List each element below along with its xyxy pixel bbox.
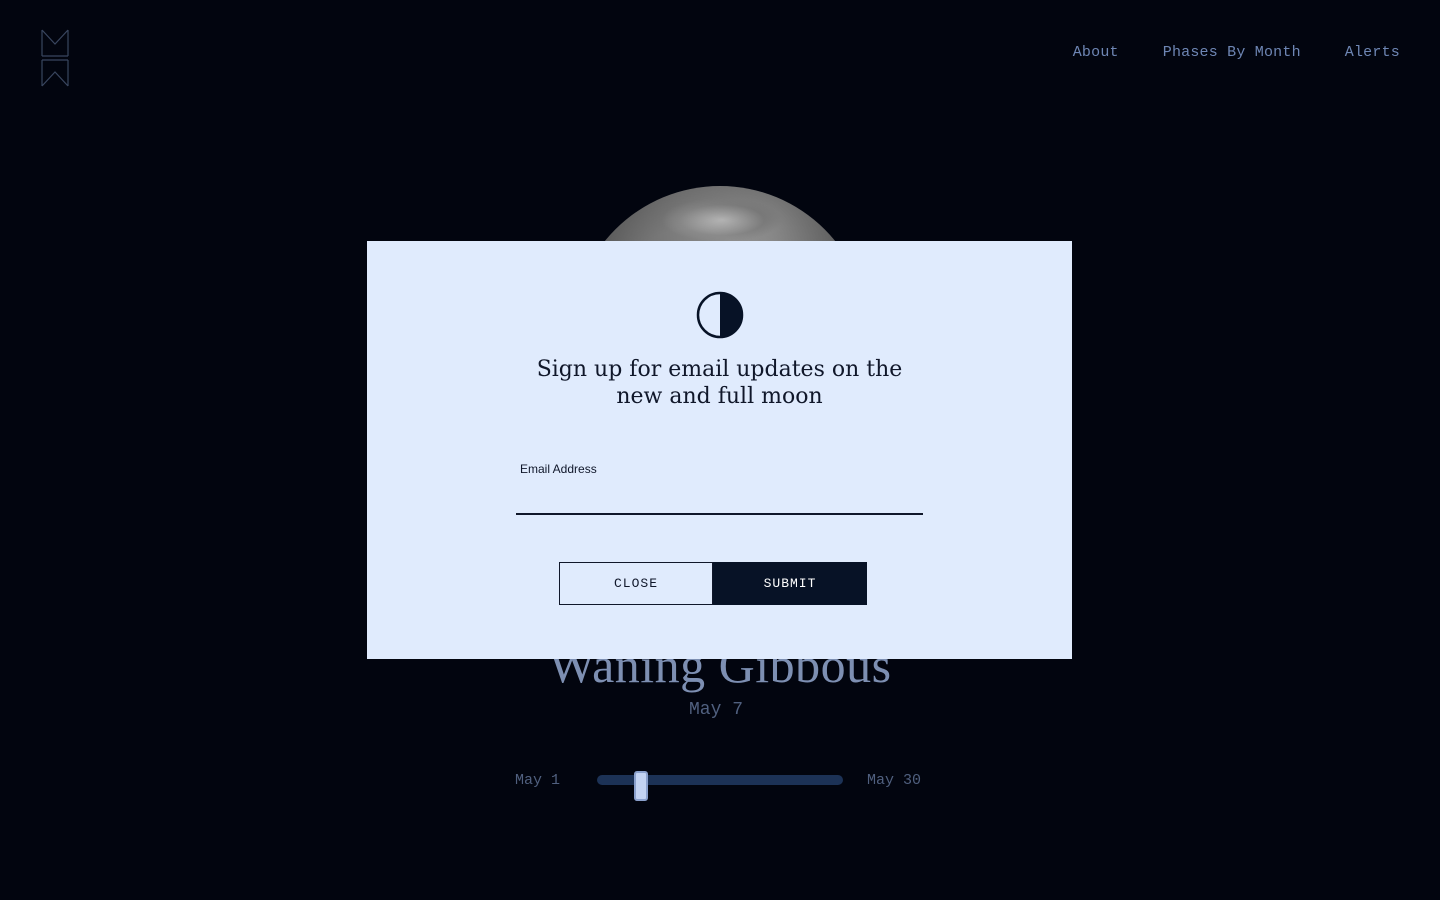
email-field[interactable] <box>516 481 923 515</box>
email-signup-modal: Sign up for email updates on the new and… <box>367 241 1072 659</box>
phase-date: May 7 <box>688 700 743 720</box>
nav-alerts[interactable]: Alerts <box>1345 44 1400 61</box>
slider-start-label: May 1 <box>515 772 561 789</box>
modal-title: Sign up for email updates on the new and… <box>536 357 903 409</box>
nav-phases-by-month[interactable]: Phases By Month <box>1163 44 1301 61</box>
slider-end-label: May 30 <box>867 772 922 789</box>
date-slider-thumb[interactable] <box>634 771 649 801</box>
moon-monogram-logo[interactable] <box>40 28 70 88</box>
top-nav: About Phases By Month Alerts <box>1073 44 1400 61</box>
page: About Phases By Month Alerts Waning Gibb… <box>0 0 1440 900</box>
date-slider-row: May 1 May 30 <box>0 770 1440 801</box>
email-field-label: Email Address <box>520 462 597 476</box>
nav-about[interactable]: About <box>1073 44 1119 61</box>
close-button[interactable]: CLOSE <box>559 562 713 605</box>
logo-icon <box>41 29 69 87</box>
half-moon-icon <box>696 291 744 339</box>
submit-button[interactable]: SUBMIT <box>713 562 867 605</box>
modal-button-row: CLOSE SUBMIT <box>559 562 867 605</box>
date-slider-track[interactable] <box>597 771 843 801</box>
